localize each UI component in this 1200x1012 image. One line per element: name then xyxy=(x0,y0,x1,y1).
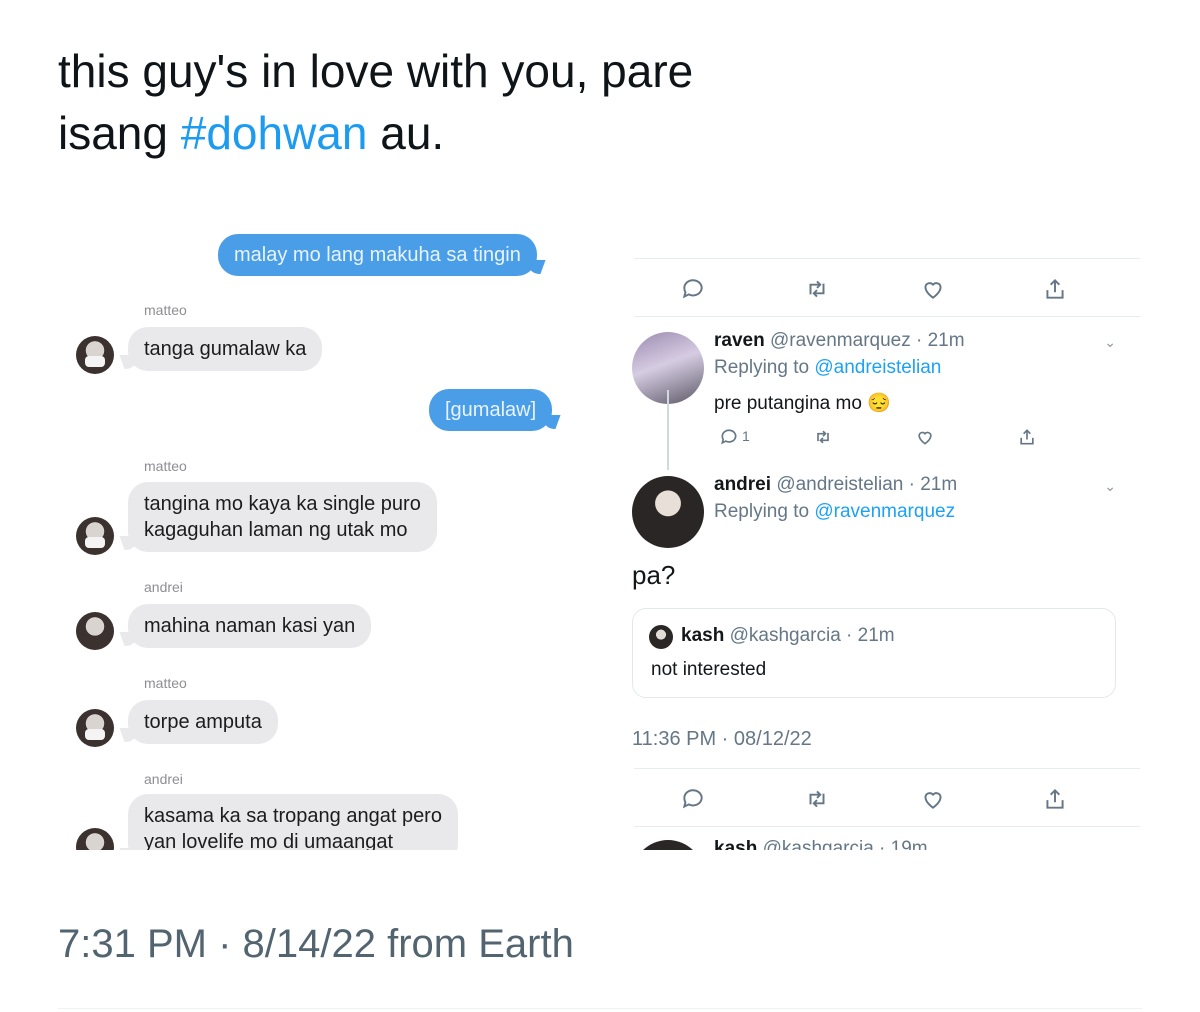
avatar xyxy=(76,336,114,374)
thread-connector-line xyxy=(667,390,669,470)
tweet-action-row xyxy=(678,784,1078,814)
author-handle-time: @kashgarcia · 19m xyxy=(762,838,928,850)
chat-bubble-line: yan lovelife mo di umaangat xyxy=(144,831,394,850)
chevron-down-icon[interactable]: ⌄ xyxy=(1104,478,1116,495)
thread-screenshot-image[interactable]: raven @ravenmarquez · 21m ⌄ Replying to … xyxy=(608,222,1148,850)
chat-bubble-incoming: mahina naman kasi yan xyxy=(128,604,372,648)
tweet-text-prefix: isang xyxy=(58,107,181,159)
quote-tweet-card[interactable]: kash @kashgarcia · 21m not interested xyxy=(632,608,1116,698)
tweet-author-line: andrei @andreistelian · 21m xyxy=(714,474,957,496)
like-icon[interactable] xyxy=(910,422,940,452)
chat-sender-label: matteo xyxy=(144,458,187,474)
chevron-down-icon[interactable]: ⌄ xyxy=(1104,334,1116,351)
tweet-text-line-1: this guy's in love with you, pare xyxy=(58,45,694,97)
tweet-body-text: pre putangina mo xyxy=(714,393,862,414)
avatar[interactable] xyxy=(632,476,704,548)
chat-sender-label: andrei xyxy=(144,771,183,787)
replying-to-line: Replying to @andreistelian xyxy=(714,357,941,379)
mention-link[interactable]: @ravenmarquez xyxy=(814,501,955,522)
comment-icon[interactable] xyxy=(678,784,708,814)
tweet-text-suffix: au. xyxy=(367,107,445,159)
reply-count: 1 xyxy=(742,428,750,444)
tweet-body: pre putangina mo 😔 xyxy=(714,391,891,415)
chat-bubble-outgoing: malay mo lang makuha sa tingin xyxy=(218,234,537,276)
separator-dot: · xyxy=(206,922,243,966)
tweet-footer-timestamp: 7:31 PM · 8/14/22 from Earth xyxy=(58,922,574,967)
avatar xyxy=(649,625,673,649)
post-time[interactable]: 7:31 PM xyxy=(58,922,207,966)
tweet-author-line: raven @ravenmarquez · 21m xyxy=(714,330,965,352)
tweet-timestamp[interactable]: 11:36 PM · 08/12/22 xyxy=(632,728,812,751)
tweet-text: this guy's in love with you, pare isang … xyxy=(58,40,1158,164)
quote-author-line: kash @kashgarcia · 21m xyxy=(681,625,895,647)
tweet-action-row xyxy=(678,274,1078,304)
share-icon[interactable] xyxy=(1012,422,1042,452)
pensive-emoji: 😔 xyxy=(867,393,891,414)
tweet-action-row: 1 xyxy=(714,422,1034,452)
chat-bubble-incoming: kasama ka sa tropang angat pero yan love… xyxy=(128,794,458,850)
chat-sender-label: andrei xyxy=(144,579,183,595)
post-date[interactable]: 8/14/22 xyxy=(243,922,376,966)
avatar xyxy=(76,828,114,850)
retweet-icon[interactable] xyxy=(808,422,838,452)
comment-icon[interactable] xyxy=(714,422,744,452)
share-icon[interactable] xyxy=(1040,274,1070,304)
retweet-icon[interactable] xyxy=(802,274,832,304)
chat-screenshot-image[interactable]: malay mo lang makuha sa tingin matteo ta… xyxy=(60,222,580,850)
divider xyxy=(58,1008,1142,1009)
tweet-text-line-2: isang #dohwan au. xyxy=(58,102,1158,164)
divider xyxy=(634,768,1140,769)
tweet-main-text: pa? xyxy=(632,560,676,590)
divider xyxy=(634,826,1140,827)
comment-icon[interactable] xyxy=(678,274,708,304)
chat-bubble-outgoing: [gumalaw] xyxy=(429,389,553,431)
author-handle-time: @ravenmarquez · 21m xyxy=(769,330,965,351)
chat-bubble-line: tangina mo kaya ka single puro xyxy=(144,493,421,515)
replying-to-label: Replying to xyxy=(714,357,815,378)
post-source: from Earth xyxy=(375,922,574,966)
avatar xyxy=(76,612,114,650)
mention-link[interactable]: @andreistelian xyxy=(814,357,941,378)
avatar xyxy=(76,517,114,555)
author-handle-time: @andreistelian · 21m xyxy=(776,474,958,495)
replying-to-line: Replying to @ravenmarquez xyxy=(714,501,955,523)
replying-to-label: Replying to xyxy=(714,501,815,522)
quote-author-name: kash xyxy=(681,625,725,646)
retweet-icon[interactable] xyxy=(802,784,832,814)
share-icon[interactable] xyxy=(1040,784,1070,814)
avatar xyxy=(76,709,114,747)
hashtag-link[interactable]: #dohwan xyxy=(181,107,368,159)
divider xyxy=(634,258,1140,259)
author-name[interactable]: kash xyxy=(714,838,757,850)
chat-sender-label: matteo xyxy=(144,302,187,318)
chat-sender-label: matteo xyxy=(144,675,187,691)
divider xyxy=(634,316,1140,317)
quote-text: not interested xyxy=(651,659,767,680)
author-name[interactable]: andrei xyxy=(714,474,771,495)
chat-bubble-incoming: tanga gumalaw ka xyxy=(128,327,323,371)
chat-bubble-incoming: tangina mo kaya ka single puro kagaguhan… xyxy=(128,482,437,552)
tweet-author-line: kash @kashgarcia · 19m xyxy=(714,838,928,850)
quote-author-handle: @kashgarcia · 21m xyxy=(729,625,895,646)
avatar[interactable] xyxy=(632,840,704,850)
like-icon[interactable] xyxy=(918,274,948,304)
chat-bubble-line: kasama ka sa tropang angat pero xyxy=(144,805,442,827)
chat-bubble-line: kagaguhan laman ng utak mo xyxy=(144,519,408,541)
like-icon[interactable] xyxy=(918,784,948,814)
chat-bubble-incoming: torpe amputa xyxy=(128,700,278,744)
author-name[interactable]: raven xyxy=(714,330,765,351)
